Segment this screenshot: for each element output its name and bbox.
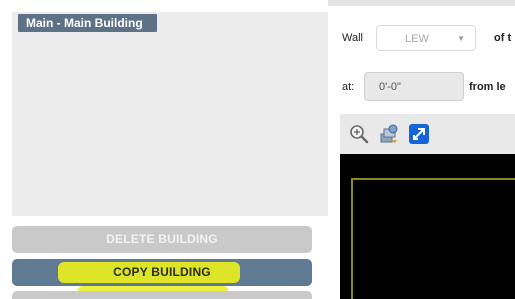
wall-select-value: LEW <box>405 33 429 45</box>
copy-building-button[interactable]: COPY BUILDING <box>12 259 312 286</box>
building-list[interactable]: Main - Main Building <box>12 12 328 216</box>
building-list-item[interactable]: Main - Main Building <box>18 14 157 32</box>
layers-icon[interactable] <box>378 123 400 145</box>
building-editor: Main - Main Building DELETE BUILDING COP… <box>0 0 515 299</box>
from-label: from le <box>469 81 506 93</box>
view-toolbar <box>340 114 515 154</box>
expand-icon[interactable] <box>408 123 430 145</box>
wall-panel: Wall LEW ▼ of t at: 0'-0" from le <box>328 0 515 299</box>
building-panel: Main - Main Building DELETE BUILDING COP… <box>0 0 328 299</box>
copy-building-label: COPY BUILDING <box>113 265 211 279</box>
panel-top-border <box>328 0 515 6</box>
at-position-value: 0'-0" <box>379 81 401 93</box>
chevron-down-icon: ▼ <box>457 34 465 43</box>
of-label: of t <box>494 32 512 44</box>
at-label: at: <box>342 81 355 93</box>
at-position-input[interactable]: 0'-0" <box>364 72 464 101</box>
next-building-button[interactable] <box>12 291 312 299</box>
zoom-icon[interactable] <box>348 123 370 145</box>
delete-building-button[interactable]: DELETE BUILDING <box>12 226 312 253</box>
wall-label: Wall <box>342 32 363 44</box>
building-outline <box>351 178 515 299</box>
wall-select[interactable]: LEW ▼ <box>376 25 476 51</box>
building-preview-canvas[interactable] <box>340 154 515 299</box>
